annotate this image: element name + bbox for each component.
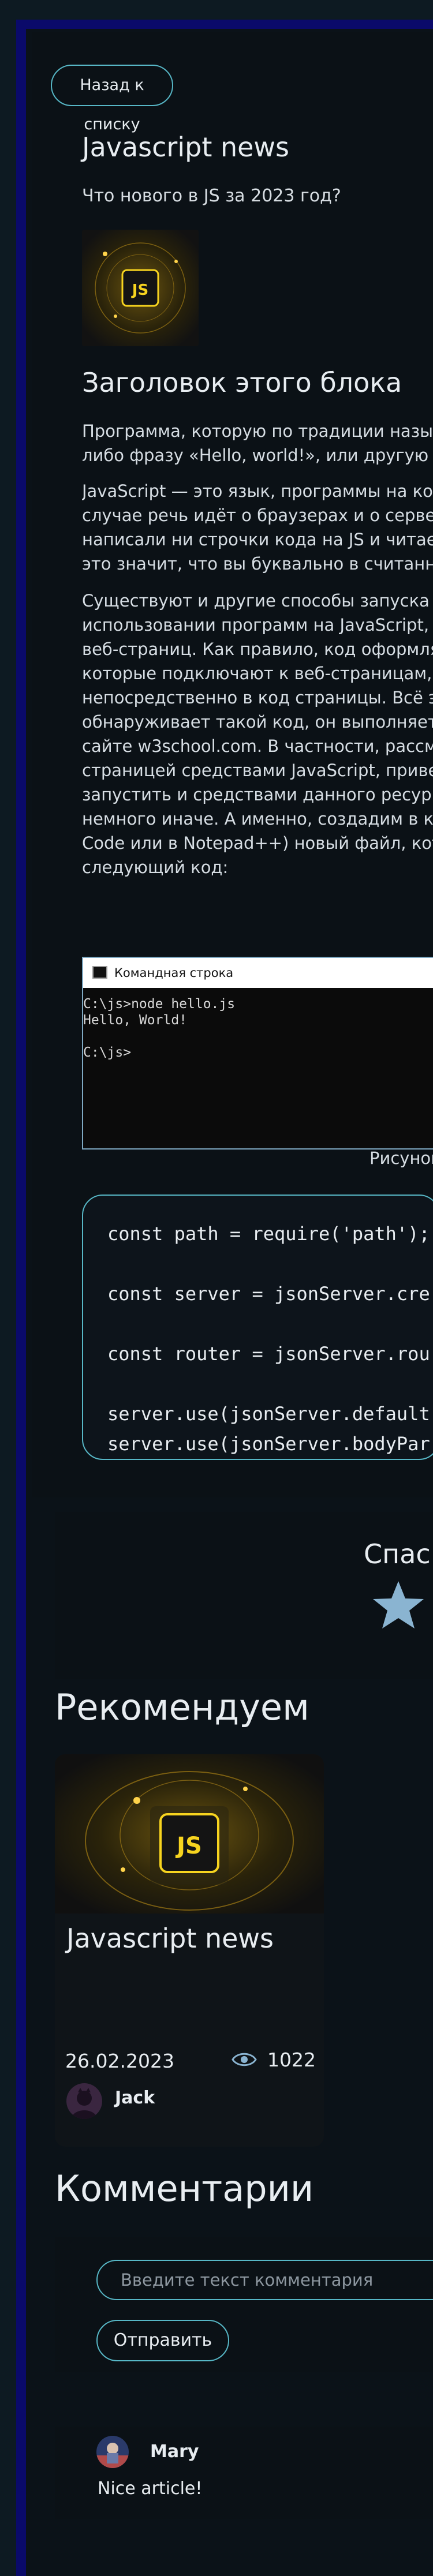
text-line: Code или в Notepad++) новый файл, кот [82,833,433,853]
console-title: Командная строка [114,966,234,980]
paragraph-1: Программа, которую по традиции назы либо… [82,419,433,467]
text-line: следующий код: [82,858,229,877]
text-line: страницей средствами JavaScript, приве [82,761,433,780]
recommendation-views: 1022 [267,2049,316,2071]
avatar [66,2083,102,2119]
console-line: C:\js>node hello.js [83,997,236,1012]
console-line: C:\js> [83,1045,132,1060]
paragraph-2: JavaScript — это язык, программы на ко с… [82,479,433,576]
rating-title: Спас [364,1538,431,1570]
console-screenshot: Командная строка C:\js>node hello.js Hell… [82,957,433,1150]
code-line: const router = jsonServer.rou [107,1343,430,1365]
comment-form: Отправить [55,2237,433,2372]
code-block: const path = require('path'); const serv… [82,1195,433,1460]
comment-text: Nice article! [98,2478,203,2499]
code-line: server.use(jsonServer.default [107,1403,430,1425]
svg-text:JS: JS [131,282,148,299]
user-avatar-icon [96,2436,129,2468]
text-line: это значит, что вы буквально в считанн [82,554,433,574]
text-line: веб-страниц. Как правило, код оформля [82,639,433,659]
comment-input[interactable] [96,2260,433,2300]
article-subtitle: Что нового в JS за 2023 год? [82,186,341,206]
terminal-icon [92,966,107,979]
recommendation-title: Javascript news [66,1923,274,1954]
text-line: Программа, которую по традиции назы [82,421,433,441]
recommendation-author: Jack [115,2088,155,2108]
text-line: немного иначе. А именно, создадим в к [82,809,433,829]
text-line: которые подключают к веб-страницам, [82,664,432,683]
user-avatar-icon [66,2083,102,2119]
text-line: использовании программ на JavaScript, [82,615,430,635]
comment-item: Mary Nice article! [55,2427,433,2519]
image-caption: Рисунок [369,1148,433,1168]
text-line: Существуют и другие способы запуска . [82,591,433,611]
text-line: обнаруживает такой код, он выполняет [82,712,433,732]
article-title: Javascript news [82,132,290,163]
text-line: JavaScript — это язык, программы на ко [82,481,433,501]
star-icon[interactable] [372,1580,424,1630]
recommendations-title: Рекомендуем [55,1686,309,1728]
svg-text:JS: JS [175,1833,202,1859]
comments-title: Комментарии [55,2167,314,2210]
avatar [96,2436,129,2468]
code-line: const path = require('path'); [107,1223,430,1245]
recommendation-card[interactable]: JS Javascript news 26.02.2023 1022 Jack [55,1754,324,2147]
text-line: сайте w3school.com. В частности, рассм [82,736,433,756]
send-comment-button[interactable]: Отправить [96,2320,229,2361]
console-line: Hello, World! [83,1013,188,1028]
js-logo-icon: JS [55,1754,324,1914]
text-line: непосредственно в код страницы. Всё э [82,688,433,707]
text-line: либо фразу «Hello, world!», или другую п [82,445,433,465]
code-line: const server = jsonServer.cre [107,1283,430,1305]
back-to-list-button[interactable]: Назад к списку [51,65,173,133]
eye-icon [232,2053,257,2066]
comment-author: Mary [150,2442,199,2462]
text-line: написали ни строчки кода на JS и читае [82,530,433,549]
console-titlebar: Командная строка [83,958,433,988]
text-line: случае речь идёт о браузерах и о серве [82,506,433,525]
recommendation-date: 26.02.2023 [65,2050,174,2072]
js-logo-icon: JS [82,230,199,346]
text-line: запустить и средствами данного ресур [82,785,432,804]
article-thumbnail: JS [82,230,199,346]
code-line: server.use(jsonServer.bodyPar [107,1433,430,1455]
paragraph-3: Существуют и другие способы запуска . ис… [82,589,433,879]
block-heading: Заголовок этого блока [82,367,402,398]
